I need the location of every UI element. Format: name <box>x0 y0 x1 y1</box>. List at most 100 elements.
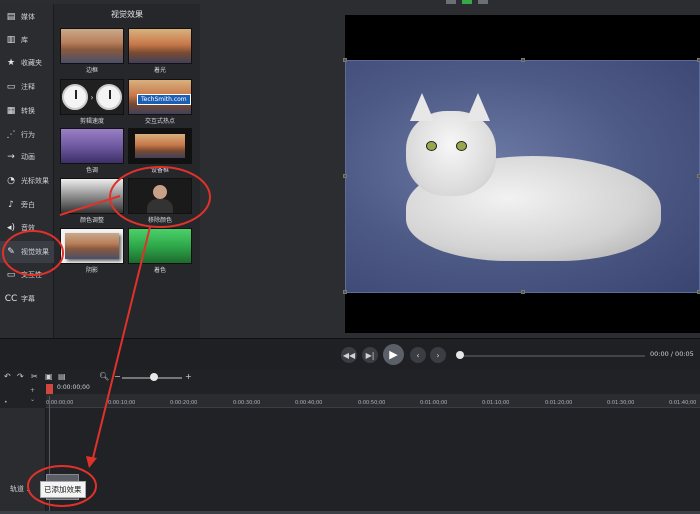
scrub-handle[interactable] <box>456 351 464 359</box>
effect-tile-device-frame[interactable]: 设备框 <box>128 128 192 174</box>
sidebar-item-label: 转换 <box>21 107 35 115</box>
undo-icon[interactable]: ↶ <box>4 372 11 381</box>
redo-icon[interactable]: ↷ <box>17 372 24 381</box>
sidebar-item-voice-narration[interactable]: ♪ 旁白 <box>0 194 54 216</box>
sidebar-item-interactivity[interactable]: ▭ 交互性 <box>0 264 54 286</box>
timeline-toolbar: ↶ ↷ ✂ ▣ ▤ 🔍︎ − + <box>0 370 700 384</box>
person-body <box>147 199 173 213</box>
resize-handle[interactable] <box>343 290 347 294</box>
effect-thumbnail <box>60 28 124 64</box>
sidebar-item-library[interactable]: ▥ 库 <box>0 29 54 51</box>
sidebar-item-media[interactable]: ▤ 媒体 <box>0 6 54 28</box>
effect-tile-interactive-hotspot[interactable]: TechSmith.com 交互式热点 <box>128 79 192 125</box>
scrub-bar[interactable] <box>460 355 645 357</box>
sidebar-item-label: 动画 <box>21 153 35 161</box>
effect-label: 边框 <box>85 67 98 74</box>
effect-label: 设备框 <box>150 167 169 174</box>
animation-icon: → <box>7 152 15 162</box>
sidebar-item-captions[interactable]: CC 字幕 <box>0 288 54 310</box>
clock-icon <box>62 84 89 110</box>
sidebar-item-annotations[interactable]: ▭ 注释 <box>0 76 54 98</box>
add-track-icon[interactable]: + <box>30 387 35 394</box>
copy-icon[interactable]: ▣ <box>45 372 53 381</box>
arrow-right-icon: › <box>90 92 94 102</box>
effect-thumbnail <box>128 28 192 64</box>
sidebar-item-animations[interactable]: → 动画 <box>0 146 54 168</box>
effect-thumbnail: › <box>60 79 124 115</box>
zoom-in-icon[interactable]: + <box>185 372 192 381</box>
sidebar-item-label: 行为 <box>21 131 35 139</box>
play-frame-button[interactable]: ▶| <box>362 347 378 363</box>
hotspot-badge: TechSmith.com <box>137 94 191 105</box>
timecode: 00:00 / 00:05 <box>650 350 694 358</box>
annotation-icon: ▭ <box>6 82 16 92</box>
panel-title: 视觉效果 <box>111 10 143 19</box>
person-head <box>153 185 167 199</box>
effect-tile-remove-color[interactable]: 移除颜色 <box>128 178 192 224</box>
sidebar-item-transitions[interactable]: ▦ 转换 <box>0 100 54 122</box>
effect-thumbnail <box>60 128 124 164</box>
effect-thumbnail <box>128 228 192 264</box>
microphone-icon: ♪ <box>8 200 14 210</box>
cat-ear <box>410 93 434 121</box>
track-options-icon[interactable]: • <box>4 399 8 406</box>
collapse-icon[interactable]: ⌄ <box>30 396 35 403</box>
effect-tile-clip-speed[interactable]: › 剪辑速度 <box>60 79 124 125</box>
timeline: ↶ ↷ ✂ ▣ ▤ 🔍︎ − + + ⌄ • 0:00:00;00 0:00:0… <box>0 370 700 514</box>
effect-thumbnail: TechSmith.com <box>128 79 192 115</box>
ruler-tick: 0:01:20;00 <box>545 400 573 406</box>
effect-tile-colorize[interactable]: 着色 <box>128 228 192 274</box>
resize-handle[interactable] <box>521 290 525 294</box>
effect-thumbnail <box>60 228 124 264</box>
canvas[interactable] <box>343 15 700 333</box>
playback-controls: ◀◀ ▶| ▶ ‹ › 00:00 / 00:05 <box>0 338 700 370</box>
sidebar-item-label: 收藏夹 <box>21 59 42 67</box>
effect-label: 颜色调整 <box>79 217 104 224</box>
sidebar-item-label: 视觉效果 <box>21 248 49 256</box>
film-icon: ▤ <box>6 12 16 22</box>
resize-handle[interactable] <box>521 58 525 62</box>
sidebar-item-label: 旁白 <box>21 201 35 209</box>
effect-tile-shadow[interactable]: 阴影 <box>60 228 124 274</box>
previous-button[interactable]: ‹ <box>410 347 426 363</box>
cat-image[interactable] <box>343 58 700 294</box>
resize-handle[interactable] <box>343 58 347 62</box>
effect-tile-color-adjust[interactable]: 颜色调整 <box>60 178 124 224</box>
ruler-tick: 0:01:10;00 <box>482 400 510 406</box>
time-ruler[interactable]: 0:00:00;00 0:00:10;00 0:00:20;00 0:00:30… <box>46 394 700 408</box>
star-icon: ★ <box>6 58 16 68</box>
effect-label: 阴影 <box>85 267 98 274</box>
sidebar-item-favorites[interactable]: ★ 收藏夹 <box>0 52 54 74</box>
effect-label: 剪辑速度 <box>79 118 104 125</box>
cat-head <box>406 93 496 196</box>
sidebar-item-label: 字幕 <box>21 295 35 303</box>
visual-effects-icon: ✎ <box>7 247 15 257</box>
playhead-time: 0:00:00;00 <box>57 384 90 391</box>
next-button[interactable]: › <box>430 347 446 363</box>
sidebar-item-behaviors[interactable]: ⋰ 行为 <box>0 124 54 146</box>
cat-eye <box>426 141 437 151</box>
ruler-tick: 0:01:00;00 <box>420 400 448 406</box>
ruler-tick: 0:00:50;00 <box>358 400 386 406</box>
zoom-slider-handle[interactable] <box>150 373 158 381</box>
resize-handle[interactable] <box>343 174 347 178</box>
sidebar-item-cursor-effects[interactable]: ◔ 光标效果 <box>0 170 54 192</box>
play-button[interactable]: ▶ <box>383 344 404 365</box>
ruler-tick: 0:00:30;00 <box>233 400 261 406</box>
step-back-button[interactable]: ◀◀ <box>341 347 357 363</box>
effect-tile-tint[interactable]: 色调 <box>60 128 124 174</box>
zoom-out-icon[interactable]: − <box>114 372 121 381</box>
effect-tile-glow[interactable]: 着光 <box>128 28 192 74</box>
effect-tile-border[interactable]: 边框 <box>60 28 124 74</box>
speaker-icon: ◂) <box>6 223 16 233</box>
cut-icon[interactable]: ✂ <box>31 372 38 381</box>
clock-icon <box>95 84 122 110</box>
sidebar-item-audio-effects[interactable]: ◂) 音效 <box>0 217 54 239</box>
effect-label: 着光 <box>153 67 166 74</box>
effect-label: 移除颜色 <box>147 217 172 224</box>
effect-thumbnail <box>128 128 192 164</box>
ruler-tick: 0:00:20;00 <box>170 400 198 406</box>
paste-icon[interactable]: ▤ <box>58 372 66 381</box>
sidebar-item-visual-effects[interactable]: ✎ 视觉效果 <box>0 241 54 263</box>
effect-thumbnail <box>60 178 124 214</box>
